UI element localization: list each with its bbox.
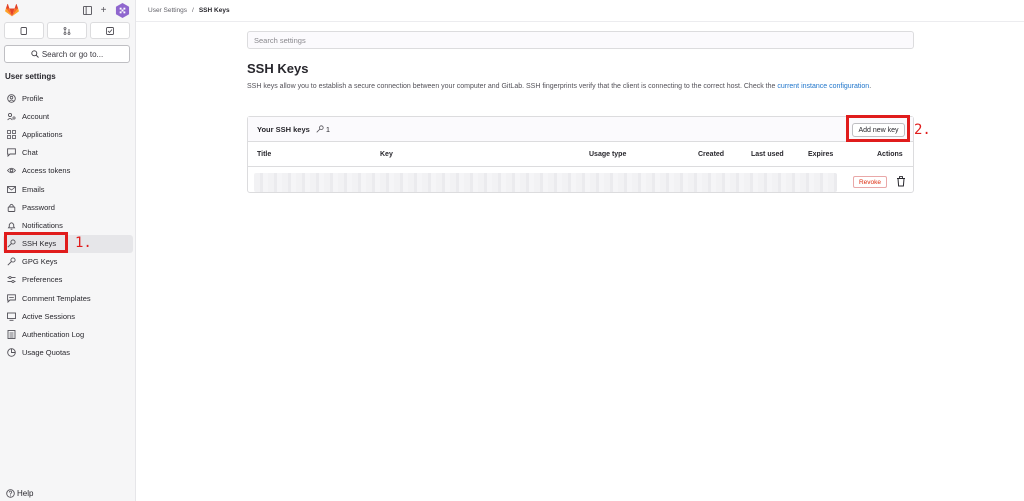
column-key: Key — [380, 151, 393, 158]
search-label: Search or go to... — [41, 49, 104, 59]
help-label: Help — [17, 489, 34, 498]
redacted-key-row — [254, 173, 837, 192]
column-actions: Actions — [877, 151, 903, 158]
sidebar-item-active-sessions[interactable]: Active Sessions — [3, 307, 133, 325]
sidebar-item-applications[interactable]: Applications — [3, 125, 133, 143]
column-usage-type: Usage type — [589, 151, 627, 158]
sidebar-item-authentication-log[interactable]: Authentication Log — [3, 325, 133, 343]
sidebar-item-label: Notifications — [22, 220, 63, 230]
sidebar-item-preferences[interactable]: Preferences — [3, 271, 133, 289]
card-title: Your SSH keys — [257, 124, 310, 134]
annotation-label-2: 2. — [914, 122, 931, 138]
issues-icon — [20, 26, 27, 35]
table-header: Title Key Usage type Created Last used E… — [248, 142, 913, 167]
comment-icon — [7, 294, 16, 303]
key-count-value: 1 — [325, 124, 330, 134]
page-description: SSH keys allow you to establish a secure… — [247, 81, 914, 92]
sidebar-item-chat[interactable]: Chat — [3, 144, 133, 162]
merge-requests-count-button[interactable] — [47, 22, 87, 39]
sidebar-item-label: Emails — [22, 184, 45, 194]
search-button[interactable]: Search or go to... — [4, 45, 130, 63]
sidebar-counters — [4, 22, 130, 39]
description-end: . — [869, 83, 872, 90]
sidebar-item-label: Authentication Log — [22, 330, 85, 340]
sidebar-item-label: Password — [22, 202, 55, 212]
ssh-keys-card: Your SSH keys 1 Add new key Title Key Us… — [247, 116, 914, 193]
monitor-icon — [7, 312, 16, 321]
search-settings-input[interactable]: Search settings — [247, 31, 914, 49]
card-header: Your SSH keys 1 — [248, 117, 913, 142]
annotation-label-1: 1. — [75, 235, 92, 251]
avatar[interactable] — [115, 3, 130, 18]
trash-icon[interactable] — [896, 176, 906, 187]
main-content: Search settings SSH Keys SSH keys allow … — [247, 31, 914, 193]
plus-icon[interactable]: + — [97, 4, 110, 17]
sidebar-top: + — [0, 3, 136, 19]
sidebar-item-comment-templates[interactable]: Comment Templates — [3, 289, 133, 307]
breadcrumb-parent-link[interactable]: User Settings — [148, 7, 187, 14]
sidebar-item-profile[interactable]: Profile — [3, 89, 133, 107]
revoke-button[interactable]: Revoke — [853, 176, 887, 188]
column-last-used: Last used — [751, 151, 784, 158]
current-instance-configuration-link[interactable]: current instance configuration — [777, 83, 869, 90]
lock-icon — [7, 203, 16, 212]
description-text: SSH keys allow you to establish a secure… — [247, 83, 776, 90]
breadcrumb-current[interactable]: SSH Keys — [199, 7, 230, 14]
sidebar-item-emails[interactable]: Emails — [3, 180, 133, 198]
key-icon — [316, 125, 324, 133]
annotation-box-2 — [846, 115, 910, 142]
breadcrumb-separator: / — [192, 7, 194, 14]
merge-request-icon — [63, 26, 71, 35]
help-button[interactable]: Help — [6, 489, 33, 498]
sidebar-item-label: Chat — [22, 148, 38, 158]
log-icon — [7, 330, 16, 339]
todos-count-button[interactable] — [90, 22, 130, 39]
table-row: Revoke — [248, 168, 913, 193]
sidebar-item-label: Usage Quotas — [22, 348, 70, 358]
account-icon — [7, 112, 16, 121]
column-title: Title — [257, 151, 272, 158]
profile-icon — [7, 93, 16, 103]
annotation-box-1 — [4, 232, 68, 253]
column-created: Created — [698, 151, 725, 158]
sidebar-item-access-tokens[interactable]: Access tokens — [3, 162, 133, 180]
key-icon — [7, 257, 16, 266]
sidebar-item-label: Preferences — [22, 275, 63, 285]
sidebar-item-label: Active Sessions — [22, 311, 75, 321]
todo-icon — [106, 26, 114, 35]
breadcrumb: User Settings / SSH Keys — [136, 0, 1024, 22]
token-icon — [7, 166, 16, 175]
search-icon — [31, 50, 39, 58]
preferences-icon — [7, 275, 16, 284]
mail-icon — [7, 185, 16, 194]
sidebar-toggle-icon[interactable] — [81, 4, 94, 17]
sidebar-item-label: Profile — [22, 93, 44, 103]
sidebar-item-label: GPG Keys — [22, 257, 58, 267]
sidebar-item-account[interactable]: Account — [3, 107, 133, 125]
sidebar-item-usage-quotas[interactable]: Usage Quotas — [3, 344, 133, 362]
gitlab-logo-icon[interactable] — [5, 4, 19, 17]
applications-icon — [7, 130, 16, 139]
page-title: SSH Keys — [247, 61, 309, 76]
sidebar-nav: Profile Account Applications Chat Access… — [3, 89, 133, 362]
sidebar-item-label: Applications — [22, 129, 63, 139]
sidebar-section-title: User settings — [5, 72, 56, 81]
sidebar-item-label: Comment Templates — [22, 293, 91, 303]
quota-icon — [7, 348, 16, 357]
sidebar-item-password[interactable]: Password — [3, 198, 133, 216]
issues-count-button[interactable] — [4, 22, 44, 39]
sidebar-item-label: Access tokens — [22, 166, 71, 176]
bell-icon — [7, 221, 16, 230]
sidebar-item-label: Account — [22, 111, 50, 121]
key-count: 1 — [316, 125, 330, 134]
chat-icon — [7, 148, 16, 158]
help-icon — [6, 489, 15, 498]
column-expires: Expires — [808, 151, 834, 158]
sidebar-item-gpg-keys[interactable]: GPG Keys — [3, 253, 133, 271]
